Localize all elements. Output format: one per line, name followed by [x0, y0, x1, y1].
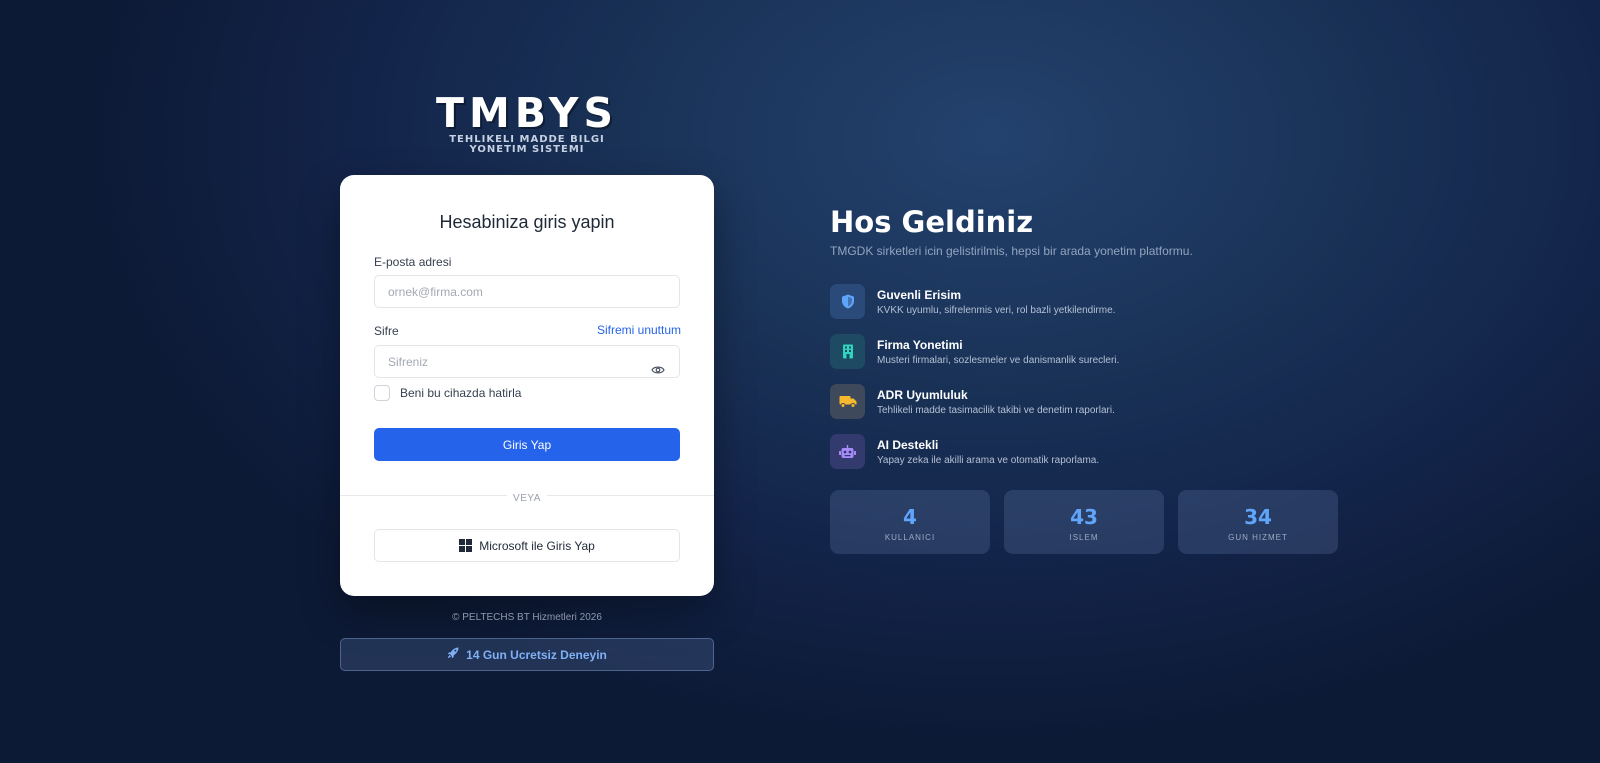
- password-label: Sifre: [374, 324, 399, 338]
- windows-icon: [459, 539, 473, 552]
- feature-title: Guvenli Erisim: [877, 288, 962, 302]
- remember-label: Beni bu cihazda hatirla: [400, 386, 522, 400]
- truck-icon: [830, 384, 865, 419]
- shield-icon: [830, 284, 865, 319]
- brand-logo: TMBYS TEHLIKELI MADDE BILGI YONETIM SIST…: [340, 92, 714, 155]
- brand-title: TMBYS: [436, 89, 618, 137]
- robot-icon: [830, 434, 865, 469]
- stat-card-service-days: 34 GUN HIZMET: [1178, 490, 1338, 554]
- feature-desc: Yapay zeka ile akilli arama ve otomatik …: [877, 455, 1100, 466]
- feature-ai-support: AI Destekli Yapay zeka ile akilli arama …: [830, 434, 1350, 470]
- remember-checkbox[interactable]: [374, 385, 390, 401]
- password-field[interactable]: [374, 345, 680, 378]
- free-trial-label: 14 Gun Ucretsiz Deneyin: [466, 647, 607, 662]
- feature-desc: Musteri firmalari, sozlesmeler ve danism…: [877, 355, 1120, 366]
- login-button[interactable]: Giris Yap: [374, 428, 680, 461]
- welcome-subtitle: TMGDK sirketleri icin gelistirilmis, hep…: [830, 244, 1193, 258]
- stat-value: 4: [903, 505, 917, 529]
- stat-card-transactions: 43 ISLEM: [1004, 490, 1164, 554]
- feature-adr-compliance: ADR Uyumluluk Tehlikeli madde tasimacili…: [830, 384, 1350, 420]
- brand-subtitle: TEHLIKELI MADDE BILGI YONETIM SISTEMI: [340, 135, 714, 155]
- free-trial-button[interactable]: 14 Gun Ucretsiz Deneyin: [340, 638, 714, 671]
- or-divider: VEYA: [340, 488, 714, 506]
- eye-icon[interactable]: [651, 363, 665, 375]
- feature-desc: KVKK uyumlu, sifrelenmis veri, rol bazli…: [877, 305, 1116, 316]
- feature-company-management: Firma Yonetimi Musteri firmalari, sozles…: [830, 334, 1350, 370]
- microsoft-login-button[interactable]: Microsoft ile Giris Yap: [374, 529, 680, 562]
- feature-title: Firma Yonetimi: [877, 338, 963, 352]
- rocket-icon: [447, 647, 459, 662]
- email-field[interactable]: [374, 275, 680, 308]
- login-card: Hesabiniza giris yapin E-posta adresi Si…: [340, 175, 714, 596]
- stat-label: ISLEM: [1069, 533, 1099, 542]
- stat-card-users: 4 KULLANICI: [830, 490, 990, 554]
- feature-secure-access: Guvenli Erisim KVKK uyumlu, sifrelenmis …: [830, 284, 1350, 320]
- stat-value: 43: [1070, 505, 1098, 529]
- copyright-text: © PELTECHS BT Hizmetleri 2026: [452, 612, 602, 623]
- welcome-title: Hos Geldiniz: [830, 205, 1034, 239]
- brand-subtitle-line2: YONETIM SISTEMI: [469, 144, 585, 155]
- feature-title: ADR Uyumluluk: [877, 388, 968, 402]
- microsoft-login-label: Microsoft ile Giris Yap: [479, 538, 595, 553]
- stat-value: 34: [1244, 505, 1272, 529]
- forgot-password-link[interactable]: Sifremi unuttum: [597, 323, 681, 337]
- building-icon: [830, 334, 865, 369]
- feature-title: AI Destekli: [877, 438, 939, 452]
- stat-label: GUN HIZMET: [1228, 533, 1288, 542]
- or-divider-text: VEYA: [507, 493, 547, 504]
- login-heading: Hesabiniza giris yapin: [439, 212, 615, 232]
- email-label: E-posta adresi: [374, 255, 452, 269]
- stat-label: KULLANICI: [884, 533, 936, 542]
- feature-desc: Tehlikeli madde tasimacilik takibi ve de…: [877, 405, 1115, 416]
